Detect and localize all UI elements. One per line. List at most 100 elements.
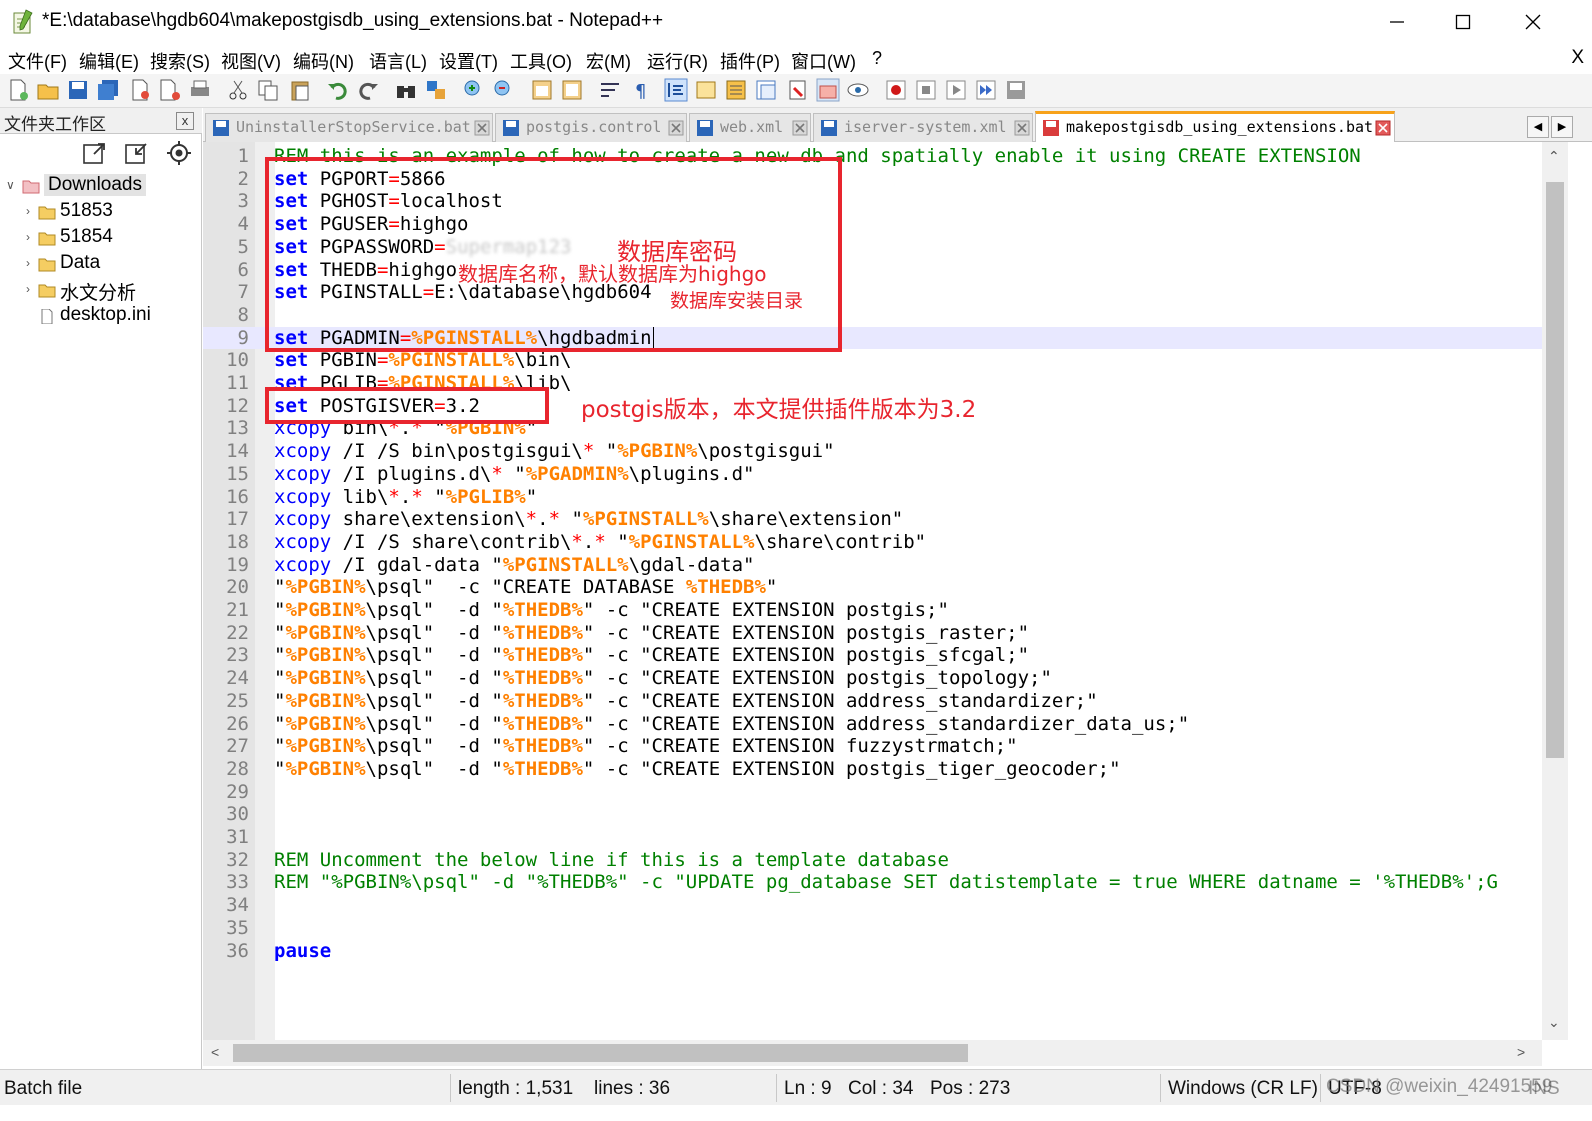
- sync-horizontal-icon[interactable]: [560, 78, 584, 102]
- minimize-button[interactable]: [1374, 6, 1420, 38]
- panel-toolbar: [0, 134, 202, 174]
- menu-file[interactable]: 文件(F): [8, 48, 67, 74]
- code-token: %PGBIN%: [285, 644, 366, 667]
- replace-icon[interactable]: [424, 78, 448, 102]
- zoom-out-icon[interactable]: [492, 78, 516, 102]
- collapse-all-icon[interactable]: [124, 140, 150, 166]
- tree-item-hydrology[interactable]: › 水文分析: [24, 278, 194, 304]
- tab-bar: UninstallerStopService.bat postgis.contr…: [203, 108, 1592, 143]
- eye-icon[interactable]: [846, 78, 870, 102]
- tab-iserver-system[interactable]: iserver-system.xml: [813, 113, 1033, 142]
- horizontal-scroll-thumb[interactable]: [233, 1044, 968, 1062]
- tab-postgis-control[interactable]: postgis.control: [495, 113, 687, 142]
- tab-close-icon[interactable]: [1375, 120, 1391, 136]
- scroll-down-icon[interactable]: ⌄: [1548, 1014, 1560, 1031]
- folder-as-workspace-icon[interactable]: [786, 78, 810, 102]
- menu-tools[interactable]: 工具(O): [510, 48, 572, 74]
- tab-web-xml[interactable]: web.xml: [689, 113, 811, 142]
- scroll-left-icon[interactable]: <: [211, 1044, 219, 1060]
- tree-item-label: 51854: [60, 226, 113, 247]
- line-number: 15: [226, 462, 249, 485]
- record-macro-icon[interactable]: [884, 78, 908, 102]
- menu-settings[interactable]: 设置(T): [439, 48, 498, 74]
- code-token: %PGBIN%: [617, 440, 698, 463]
- tree-item-desktop-ini[interactable]: desktop.ini: [24, 304, 194, 330]
- sync-vertical-icon[interactable]: [530, 78, 554, 102]
- tree-item-51853[interactable]: › 51853: [24, 200, 194, 226]
- tab-close-icon[interactable]: [792, 120, 808, 136]
- zoom-in-icon[interactable]: [462, 78, 486, 102]
- tree-item-51854[interactable]: › 51854: [24, 226, 194, 252]
- close-all-icon[interactable]: [158, 78, 182, 102]
- code-line: 27 "%PGBIN%\psql" -d "%THEDB%" -c "CREATE…: [203, 735, 1542, 758]
- tab-scroll-left-button[interactable]: ◀: [1527, 116, 1549, 138]
- word-wrap-icon[interactable]: [598, 78, 622, 102]
- print-icon[interactable]: [188, 78, 212, 102]
- new-file-icon[interactable]: [6, 78, 30, 102]
- close-button[interactable]: [1510, 6, 1556, 38]
- paste-icon[interactable]: [288, 78, 312, 102]
- menu-window[interactable]: 窗口(W): [791, 48, 856, 74]
- close-file-icon[interactable]: [128, 78, 152, 102]
- save-icon[interactable]: [66, 78, 90, 102]
- language-icon[interactable]: [694, 78, 718, 102]
- open-file-icon[interactable]: [36, 78, 60, 102]
- locate-current-file-icon[interactable]: [166, 140, 192, 166]
- code-token: %THEDB%: [502, 757, 583, 780]
- menu-help[interactable]: ?: [872, 48, 882, 69]
- maximize-button[interactable]: [1440, 6, 1486, 38]
- undo-icon[interactable]: [326, 78, 350, 102]
- tree-item-data[interactable]: › Data: [24, 252, 194, 278]
- status-lines: lines : 36: [594, 1078, 671, 1099]
- menu-view[interactable]: 视图(V): [221, 48, 281, 74]
- tab-makepostgisdb[interactable]: makepostgisdb_using_extensions.bat: [1035, 111, 1395, 143]
- line-text: "%PGBIN%\psql" -d "%THEDB%" -c "CREATE E…: [274, 644, 1029, 667]
- close-document-button[interactable]: X: [1571, 47, 1584, 69]
- tab-close-icon[interactable]: [668, 120, 684, 136]
- scroll-right-icon[interactable]: >: [1517, 1044, 1525, 1060]
- tree-item-downloads[interactable]: ∨ Downloads: [4, 174, 146, 200]
- tab-label: makepostgisdb_using_extensions.bat: [1066, 118, 1374, 136]
- code-line: 29: [203, 781, 1542, 804]
- line-number: 14: [226, 440, 249, 463]
- menu-encoding[interactable]: 编码(N): [293, 48, 354, 74]
- tab-close-icon[interactable]: [474, 120, 490, 136]
- run-macro-multiple-icon[interactable]: [974, 78, 998, 102]
- code-token: " -c "CREATE EXTENSION postgis_raster;": [582, 621, 1030, 644]
- menu-run[interactable]: 运行(R): [647, 48, 708, 74]
- code-token: \bin\: [514, 349, 572, 372]
- vertical-scrollbar[interactable]: ⌃ ⌄: [1542, 142, 1568, 1040]
- show-all-chars-icon[interactable]: ¶: [630, 78, 654, 102]
- root-folder-icon: [22, 180, 40, 194]
- menu-language[interactable]: 语言(L): [369, 48, 427, 74]
- indent-guide-icon[interactable]: [664, 78, 688, 102]
- menu-edit[interactable]: 编辑(E): [79, 48, 139, 74]
- scroll-up-icon[interactable]: ⌃: [1548, 148, 1560, 165]
- code-token: \gdal-data": [628, 553, 755, 576]
- vertical-scroll-thumb[interactable]: [1546, 182, 1564, 758]
- play-macro-icon[interactable]: [944, 78, 968, 102]
- stop-macro-icon[interactable]: [914, 78, 938, 102]
- tab-close-icon[interactable]: [1014, 120, 1030, 136]
- cut-icon[interactable]: [226, 78, 250, 102]
- menu-search[interactable]: 搜索(S): [150, 48, 210, 74]
- menu-macro[interactable]: 宏(M): [586, 48, 631, 74]
- horizontal-scrollbar[interactable]: < >: [203, 1040, 1542, 1066]
- panel-close-button[interactable]: x: [176, 112, 194, 130]
- code-token: =: [376, 349, 389, 372]
- tab-scroll-right-button[interactable]: ▶: [1551, 116, 1573, 138]
- function-list-icon[interactable]: [754, 78, 778, 102]
- line-text: "%PGBIN%\psql" -d "%THEDB%" -c "CREATE E…: [274, 735, 1018, 758]
- chevron-right-icon: ›: [26, 256, 30, 270]
- copy-icon[interactable]: [256, 78, 280, 102]
- document-map-icon[interactable]: [724, 78, 748, 102]
- save-all-icon[interactable]: [96, 78, 120, 102]
- status-eol[interactable]: Windows (CR LF): [1168, 1078, 1318, 1100]
- monitoring-icon[interactable]: [816, 78, 840, 102]
- expand-all-icon[interactable]: [82, 140, 108, 166]
- save-macro-icon[interactable]: [1004, 78, 1028, 102]
- find-icon[interactable]: [394, 78, 418, 102]
- redo-icon[interactable]: [356, 78, 380, 102]
- menu-plugins[interactable]: 插件(P): [720, 48, 780, 74]
- tab-uninstaller[interactable]: UninstallerStopService.bat: [205, 113, 493, 142]
